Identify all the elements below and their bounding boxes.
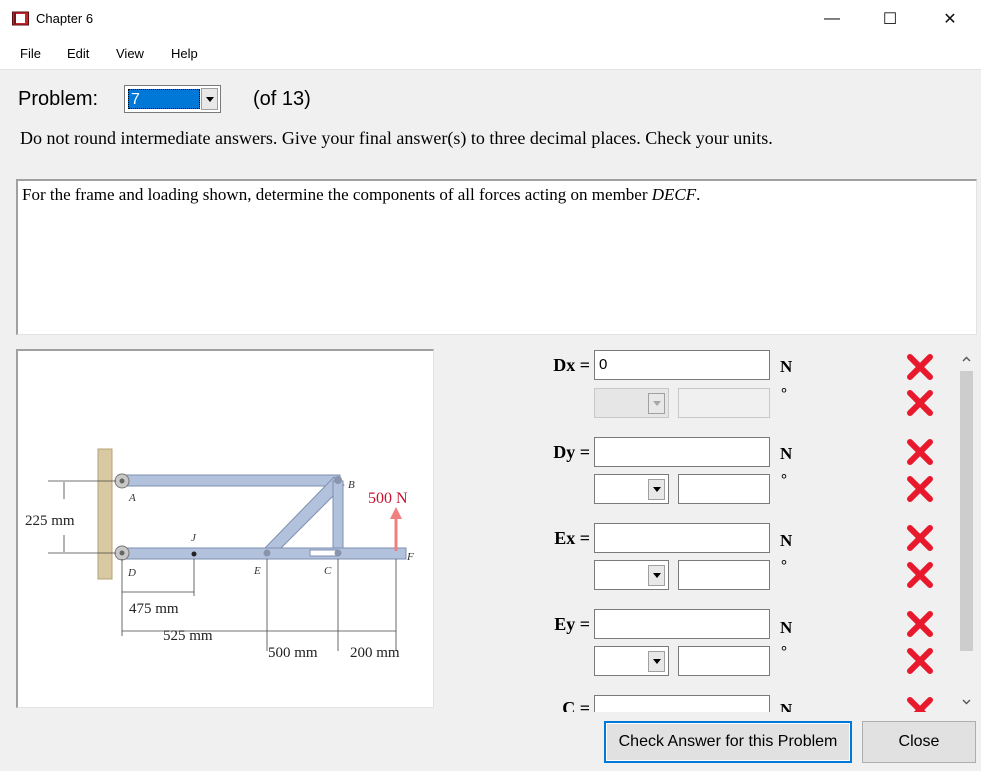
dy-label: Dy = <box>553 442 590 462</box>
point-j <box>191 551 197 557</box>
ey-degree: ° <box>781 644 787 660</box>
dy-unit: N <box>780 444 793 463</box>
dim-500: 500 mm <box>268 645 318 661</box>
dy-input[interactable] <box>594 437 770 467</box>
chevron-down-icon <box>648 479 665 500</box>
menu-view[interactable]: View <box>116 46 144 61</box>
dx-label: Dx = <box>553 355 590 375</box>
chevron-up-icon[interactable] <box>962 355 971 364</box>
dim-525: 525 mm <box>163 628 213 644</box>
ey-input[interactable] <box>594 609 770 639</box>
label-a: A <box>128 492 136 504</box>
pin-e <box>263 549 271 557</box>
instructions-text: Do not round intermediate answers. Give … <box>20 128 773 148</box>
dim-200: 200 mm <box>350 645 400 661</box>
problem-statement: For the frame and loading shown, determi… <box>22 185 701 204</box>
pin-c <box>334 549 342 557</box>
dx-degree: ° <box>781 386 787 402</box>
ey-angle-input[interactable] <box>678 646 770 676</box>
ex-angle-input[interactable] <box>678 560 770 590</box>
dy-angle-input[interactable] <box>678 474 770 504</box>
check-answer-button[interactable]: Check Answer for this Problem <box>604 721 852 763</box>
figure-panel: 500 N A B C D E F J 225 mm 475 mm 525 mm… <box>16 349 434 708</box>
maximize-button[interactable]: ☐ <box>862 0 918 38</box>
label-j: J <box>191 532 197 544</box>
ey-label: Ey = <box>554 614 590 634</box>
x-mark-icon <box>907 390 933 416</box>
dim-475: 475 mm <box>129 601 179 617</box>
x-mark-icon <box>907 354 933 380</box>
member-decf <box>117 547 407 560</box>
x-mark-icon <box>907 439 933 465</box>
c-unit: N <box>780 700 793 712</box>
problem-select-value: 7 <box>128 89 200 109</box>
chevron-down-icon[interactable] <box>201 88 218 110</box>
member-eb <box>263 476 345 556</box>
x-mark-icon <box>907 648 933 674</box>
chevron-down-icon <box>648 393 665 414</box>
chevron-down-icon[interactable] <box>962 697 971 706</box>
x-mark-icon <box>907 611 933 637</box>
close-button[interactable]: Close <box>862 721 976 763</box>
pin-b <box>334 476 342 484</box>
x-mark-icon <box>907 562 933 588</box>
dy-direction-select[interactable] <box>594 474 669 504</box>
app-window: Chapter 6 — ☐ ✕ File Edit View Help Prob… <box>0 0 981 771</box>
minimize-button[interactable]: — <box>804 0 860 38</box>
wall-support <box>97 448 113 580</box>
ex-input[interactable] <box>594 523 770 553</box>
vertical-scrollbar[interactable] <box>958 349 975 711</box>
load-label: 500 N <box>368 490 408 507</box>
height-dim-label: 225 mm <box>25 513 75 529</box>
x-mark-icon <box>907 525 933 551</box>
c-input[interactable] <box>594 695 770 712</box>
clipped-x-wrap <box>905 690 935 712</box>
arrow-up-icon <box>390 507 402 519</box>
member-name: DECF <box>651 185 697 204</box>
chevron-down-icon <box>648 651 665 672</box>
label-c: C <box>324 565 332 577</box>
dx-input[interactable]: 0 <box>594 350 770 380</box>
dy-degree: ° <box>781 472 787 488</box>
c-label: C = <box>562 698 590 712</box>
x-mark-icon <box>907 697 933 712</box>
problem-statement-box: For the frame and loading shown, determi… <box>16 179 977 335</box>
scrollbar-thumb[interactable] <box>960 371 973 651</box>
clipped-row: C = N <box>530 690 960 712</box>
dx-angle-input[interactable] <box>678 388 770 418</box>
label-f: F <box>406 551 414 563</box>
x-mark-icon <box>907 476 933 502</box>
label-e: E <box>253 565 261 577</box>
menu-help[interactable]: Help <box>171 46 198 61</box>
title-bar: Chapter 6 — ☐ ✕ <box>0 0 981 38</box>
ex-direction-select[interactable] <box>594 560 669 590</box>
dx-direction-select[interactable] <box>594 388 669 418</box>
label-d: D <box>127 567 136 579</box>
ex-unit: N <box>780 531 793 550</box>
menu-edit[interactable]: Edit <box>67 46 89 61</box>
label-b: B <box>348 479 355 491</box>
book-icon <box>12 11 29 26</box>
menu-file[interactable]: File <box>20 46 41 61</box>
member-bc <box>332 480 344 554</box>
menu-bar: File Edit View Help <box>0 38 981 70</box>
ey-unit: N <box>780 618 793 637</box>
ex-degree: ° <box>781 558 787 574</box>
close-window-button[interactable]: ✕ <box>922 0 978 38</box>
ex-label: Ex = <box>554 528 590 548</box>
member-ab <box>117 474 341 487</box>
problem-select[interactable]: 7 <box>124 85 221 113</box>
slot <box>309 549 339 557</box>
problem-count: (of 13) <box>253 88 311 110</box>
frame-diagram: 500 N A B C D E F J 225 mm 475 mm 525 mm… <box>25 448 414 661</box>
ey-direction-select[interactable] <box>594 646 669 676</box>
window-title: Chapter 6 <box>36 11 94 26</box>
dx-unit: N <box>780 357 793 376</box>
problem-label: Problem: <box>18 88 99 110</box>
chevron-down-icon <box>648 565 665 586</box>
